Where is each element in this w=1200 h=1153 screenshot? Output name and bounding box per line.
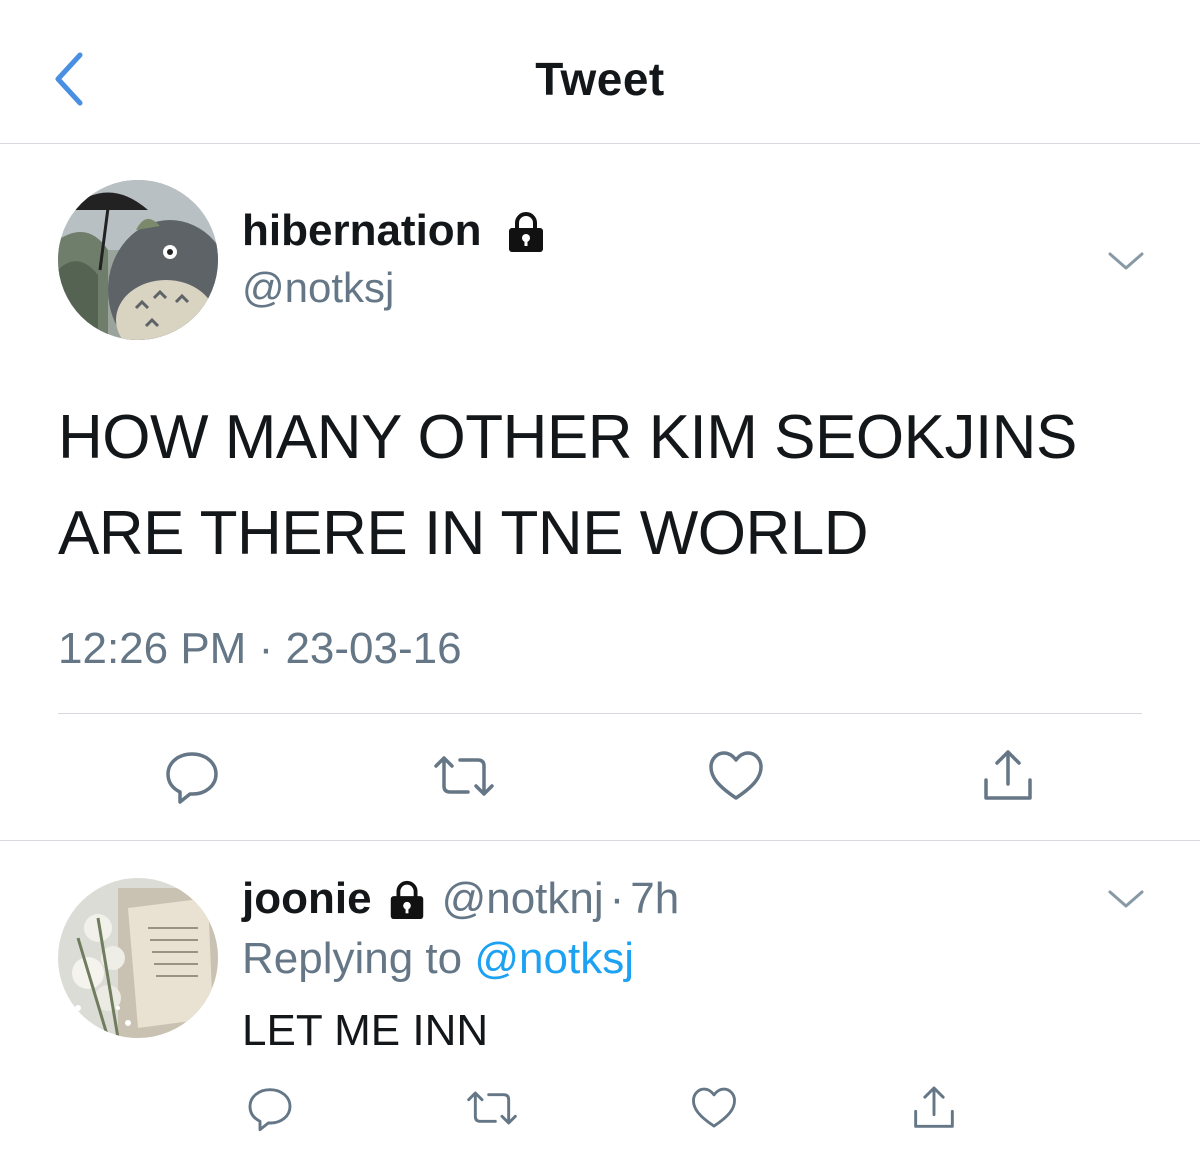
tweet-timestamp: 12:26 PM · 23-03-16: [58, 624, 462, 674]
tweet-text-line: ARE THERE IN TNE WORLD: [58, 499, 869, 568]
replying-to: Replying to @notksj: [242, 934, 634, 984]
tweet-menu-button[interactable]: [1104, 884, 1148, 914]
share-icon: [914, 1086, 954, 1128]
share-icon: [984, 750, 1032, 800]
lock-icon: [390, 880, 423, 920]
like-button[interactable]: [704, 744, 768, 808]
reply-icon: [248, 1088, 292, 1132]
divider: [0, 840, 1200, 841]
tweet-menu-button[interactable]: [1104, 246, 1148, 276]
separator-dot: ·: [609, 874, 625, 923]
reply-icon: [166, 752, 218, 804]
page-title: Tweet: [535, 53, 665, 105]
like-icon: [692, 1087, 736, 1128]
lock-icon: [508, 212, 543, 252]
retweet-icon: [467, 1091, 517, 1125]
reply-time: 7h: [630, 874, 680, 923]
divider: [58, 713, 1142, 714]
chevron-down-icon: [1108, 890, 1144, 908]
avatar[interactable]: [58, 878, 218, 1038]
like-icon: [709, 751, 763, 800]
reply-button[interactable]: [240, 1078, 300, 1138]
timestamp-separator: ·: [246, 624, 286, 673]
tweet-text-line: HOW MANY OTHER KIM SEOKJINS: [58, 403, 1077, 472]
retweet-icon: [434, 756, 494, 796]
avatar-image: [58, 180, 218, 340]
user-handle[interactable]: @notknj: [442, 874, 604, 924]
tweet-time: 12:26 PM: [58, 624, 247, 673]
replying-to-label: Replying to: [242, 934, 463, 983]
reply-button[interactable]: [160, 744, 224, 808]
chevron-down-icon: [1108, 252, 1144, 270]
avatar-image: [58, 878, 218, 1038]
tweet-date: 23-03-16: [285, 624, 462, 673]
share-button[interactable]: [904, 1078, 964, 1138]
retweet-button[interactable]: [432, 744, 496, 808]
like-button[interactable]: [684, 1078, 744, 1138]
display-name[interactable]: joonie: [242, 874, 372, 924]
user-handle[interactable]: @notksj: [242, 264, 394, 312]
share-button[interactable]: [976, 744, 1040, 808]
display-name[interactable]: hibernation: [242, 206, 482, 256]
author-name-row: hibernation: [242, 206, 548, 256]
retweet-button[interactable]: [462, 1078, 522, 1138]
replying-to-handle[interactable]: @notksj: [474, 934, 634, 983]
reply-header: joonie @notknj · 7h: [242, 874, 679, 924]
reply-text: LET ME INN: [242, 1006, 489, 1055]
avatar[interactable]: [58, 180, 218, 340]
tweet-text: HOW MANY OTHER KIM SEOKJINS ARE THERE IN…: [58, 390, 1158, 582]
